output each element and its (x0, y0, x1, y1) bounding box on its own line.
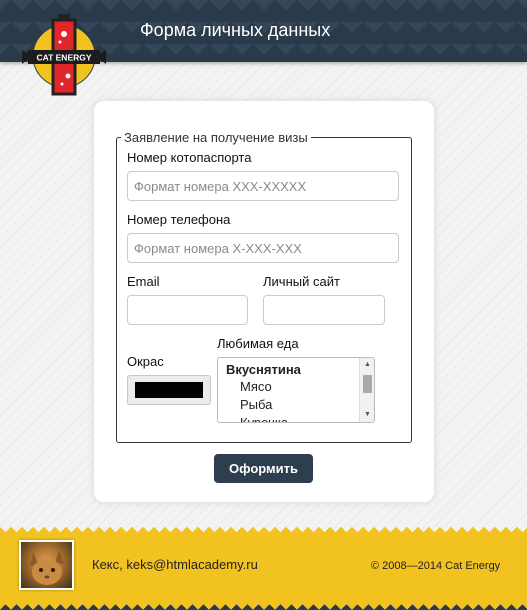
passport-input[interactable] (127, 171, 399, 201)
footer-copyright: © 2008—2014 Cat Energy (371, 560, 501, 572)
site-input[interactable] (263, 295, 385, 325)
footer-contact: Кекс, keks@htmlacademy.ru (92, 557, 258, 572)
avatar (19, 540, 74, 590)
email-input[interactable] (127, 295, 248, 325)
fieldset-legend: Заявление на получение визы (124, 130, 308, 145)
passport-label: Номер котопаспорта (127, 150, 252, 165)
footer-zigzag-bottom (0, 599, 527, 610)
phone-input[interactable] (127, 233, 399, 263)
scroll-down-arrow-icon[interactable]: ▼ (360, 408, 374, 422)
footer-zigzag-top (0, 527, 527, 538)
listbox-scrollbar[interactable]: ▲ ▼ (359, 358, 374, 422)
food-option[interactable]: Рыба (240, 397, 272, 412)
food-option[interactable]: Мясо (240, 379, 272, 394)
color-label: Окрас (127, 354, 164, 369)
email-label: Email (127, 274, 160, 289)
submit-button[interactable]: Оформить (214, 454, 313, 483)
phone-label: Номер телефона (127, 212, 231, 227)
scroll-up-arrow-icon[interactable]: ▲ (360, 358, 374, 372)
cat-energy-logo: CAT ENERGY (22, 12, 106, 98)
page-title: Форма личных данных (140, 20, 331, 40)
food-option[interactable]: Курочка (240, 415, 288, 422)
logo-text: CAT ENERGY (36, 53, 91, 63)
food-group-label: Вкуснятина (226, 362, 301, 377)
site-label: Личный сайт (263, 274, 340, 289)
color-swatch (135, 382, 203, 398)
food-listbox[interactable]: Вкуснятина Мясо Рыба Курочка ▲ ▼ (217, 357, 375, 423)
color-picker[interactable] (127, 375, 211, 405)
scroll-thumb[interactable] (363, 375, 372, 393)
food-label: Любимая еда (217, 336, 299, 351)
